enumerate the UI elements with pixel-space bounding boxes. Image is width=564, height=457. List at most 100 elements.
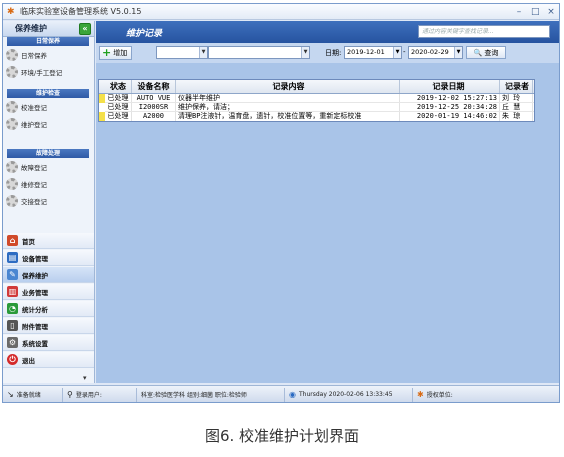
module-exit[interactable]: ⏻ 退出 bbox=[3, 352, 94, 368]
chevron-down-icon[interactable]: ▾ bbox=[83, 374, 87, 382]
home-icon: ⌂ bbox=[7, 235, 18, 246]
gear-icon bbox=[6, 117, 18, 130]
page-title: 维护记录 bbox=[126, 28, 163, 39]
gear-icon bbox=[6, 65, 18, 78]
cell-recorder: 刘 玲 bbox=[500, 94, 533, 102]
device-icon: ▤ bbox=[7, 252, 18, 263]
wrench-icon: ✎ bbox=[7, 269, 18, 280]
status-datetime: ◉ Thursday 2020-02-06 13:33:45 bbox=[285, 387, 413, 402]
cell-date: 2019-12-02 15:27:13 bbox=[400, 94, 500, 102]
status-filter-select[interactable]: ▼ bbox=[156, 46, 208, 59]
date-from-picker[interactable]: 2019-12-01 ▼ bbox=[344, 46, 402, 59]
section-header-fault: 故障处理 bbox=[7, 149, 89, 158]
title-bar: ✱ 临床实验室设备管理系统 V5.0.15 – □ × bbox=[3, 4, 559, 20]
cell-content: 清理BP注液针，温育盘，遗针，校准位置等，重新定标校准 bbox=[176, 112, 400, 121]
table-row[interactable]: 已处理 A2000 清理BP注液针，温育盘，遗针，校准位置等，重新定标校准 20… bbox=[99, 112, 534, 121]
gear-icon bbox=[6, 194, 18, 207]
main-panel: 维护记录 通过内容关键字查找记录... + 增加 ▼ ▼ 日期: 2019-12-… bbox=[96, 21, 559, 383]
status-bar: ↘ 准备就绪 ⚲ 登录用户: 科室:检验医学科 组别:细菌 职位:检验师 ◉ Thur… bbox=[3, 385, 559, 402]
module-device[interactable]: ▤ 设备管理 bbox=[3, 250, 94, 266]
user-icon: ⚲ bbox=[67, 390, 73, 399]
close-button[interactable]: × bbox=[547, 6, 555, 18]
sidebar-item-repair[interactable]: 维修登记 bbox=[3, 175, 94, 192]
module-home[interactable]: ⌂ 首页 bbox=[3, 233, 94, 249]
cell-device: AUTO VUE bbox=[132, 94, 176, 102]
power-icon: ⏻ bbox=[7, 354, 18, 365]
cell-device: I2000SR bbox=[132, 103, 176, 111]
file-icon: ▯ bbox=[7, 320, 18, 331]
cell-date: 2019-12-25 20:34:28 bbox=[400, 103, 500, 111]
gear-icon bbox=[6, 160, 18, 173]
chart-icon: ▥ bbox=[7, 286, 18, 297]
section-header-daily: 日常保养 bbox=[7, 37, 89, 46]
table-row[interactable]: 已处理 AUTO VUE 仪器半年维护 2019-12-02 15:27:13 … bbox=[99, 94, 534, 103]
date-to-picker[interactable]: 2020-02-29 ▼ bbox=[408, 46, 463, 59]
toolbar: + 增加 ▼ ▼ 日期: 2019-12-01 ▼ - 2020-02-29 ▼ 🔍 查… bbox=[96, 43, 559, 63]
cell-status: 已处理 bbox=[105, 112, 132, 121]
add-button[interactable]: + 增加 bbox=[99, 46, 133, 60]
module-business[interactable]: ▥ 业务管理 bbox=[3, 284, 94, 300]
app-logo-icon: ✱ bbox=[7, 6, 15, 17]
chevron-down-icon: ▼ bbox=[301, 47, 309, 58]
stats-icon: ◔ bbox=[7, 303, 18, 314]
cell-recorder: 丘 慧 bbox=[500, 103, 533, 111]
col-status[interactable]: 状态 bbox=[105, 80, 132, 93]
window-title: 临床实验室设备管理系统 V5.0.15 bbox=[20, 7, 142, 16]
chevron-down-icon: ▼ bbox=[199, 47, 207, 58]
cell-content: 维护保养，请洁； bbox=[176, 103, 400, 111]
search-icon: 🔍 bbox=[473, 48, 483, 57]
window-controls: – □ × bbox=[515, 6, 555, 18]
status-dept: 科室:检验医学科 组别:细菌 职位:检验师 bbox=[137, 387, 285, 402]
date-label: 日期: bbox=[325, 49, 342, 57]
figure-caption: 图6. 校准维护计划界面 bbox=[204, 427, 360, 445]
maximize-button[interactable]: □ bbox=[531, 6, 540, 18]
plus-icon: + bbox=[102, 46, 112, 59]
settings-icon: ⚙ bbox=[7, 337, 18, 348]
cell-status: 已处理 bbox=[105, 103, 132, 111]
status-org: ✱ 授权单位: bbox=[417, 390, 453, 399]
device-filter-select[interactable]: ▼ bbox=[208, 46, 310, 59]
table-header: 状态 设备名称 记录内容 记录日期 记录者 bbox=[99, 80, 534, 94]
cell-content: 仪器半年维护 bbox=[176, 94, 400, 102]
module-stats[interactable]: ◔ 统计分析 bbox=[3, 301, 94, 317]
sidebar-header: 保养维护 « bbox=[3, 21, 94, 37]
cell-device: A2000 bbox=[132, 112, 176, 121]
cell-status: 已处理 bbox=[105, 94, 132, 102]
sidebar: 保养维护 « 日常保养 日常保养 环境/手工登记 维护检查 校准登记 维护登记 … bbox=[3, 21, 95, 383]
module-settings[interactable]: ⚙ 系统设置 bbox=[3, 335, 94, 351]
minimize-button[interactable]: – bbox=[515, 6, 523, 18]
module-attachments[interactable]: ▯ 附件管理 bbox=[3, 318, 94, 334]
col-date[interactable]: 记录日期 bbox=[400, 80, 500, 93]
sidebar-item-daily-maintenance[interactable]: 日常保养 bbox=[3, 46, 94, 63]
table-row[interactable]: 已处理 I2000SR 维护保养，请洁； 2019-12-25 20:34:28… bbox=[99, 103, 534, 112]
page-header: 维护记录 通过内容关键字查找记录... bbox=[96, 21, 559, 43]
status-ready: ↘ 准备就绪 bbox=[3, 387, 63, 402]
query-button[interactable]: 🔍 查询 bbox=[466, 46, 506, 59]
sidebar-item-handover[interactable]: 交接登记 bbox=[3, 192, 94, 209]
chevron-down-icon: ▼ bbox=[454, 47, 462, 58]
module-maintenance[interactable]: ✎ 保养维护 bbox=[3, 267, 94, 283]
chevron-down-icon: ▼ bbox=[393, 47, 401, 58]
status-user: ⚲ 登录用户: bbox=[63, 387, 137, 402]
sidebar-item-calibration[interactable]: 校准登记 bbox=[3, 98, 94, 115]
app-logo-icon: ✱ bbox=[417, 390, 424, 399]
date-separator: - bbox=[403, 48, 406, 56]
sidebar-item-maintenance[interactable]: 维护登记 bbox=[3, 115, 94, 132]
collapse-sidebar-button[interactable]: « bbox=[79, 22, 91, 35]
sidebar-item-environment[interactable]: 环境/手工登记 bbox=[3, 63, 94, 80]
clock-icon: ◉ bbox=[289, 390, 296, 399]
gear-icon bbox=[6, 177, 18, 190]
search-input[interactable]: 通过内容关键字查找记录... bbox=[418, 25, 550, 38]
records-table: 状态 设备名称 记录内容 记录日期 记录者 已处理 AUTO VUE 仪器半年维… bbox=[98, 79, 535, 122]
col-recorder[interactable]: 记录者 bbox=[500, 80, 533, 93]
col-content[interactable]: 记录内容 bbox=[176, 80, 400, 93]
sidebar-title: 保养维护 bbox=[15, 24, 47, 33]
gear-icon bbox=[6, 100, 18, 113]
sidebar-item-fault[interactable]: 故障登记 bbox=[3, 158, 94, 175]
col-device[interactable]: 设备名称 bbox=[132, 80, 176, 93]
ready-icon: ↘ bbox=[7, 390, 14, 399]
gear-icon bbox=[6, 48, 18, 61]
section-header-check: 维护检查 bbox=[7, 89, 89, 98]
cell-recorder: 朱 琼 bbox=[500, 112, 533, 121]
cell-date: 2020-01-19 14:46:02 bbox=[400, 112, 500, 121]
